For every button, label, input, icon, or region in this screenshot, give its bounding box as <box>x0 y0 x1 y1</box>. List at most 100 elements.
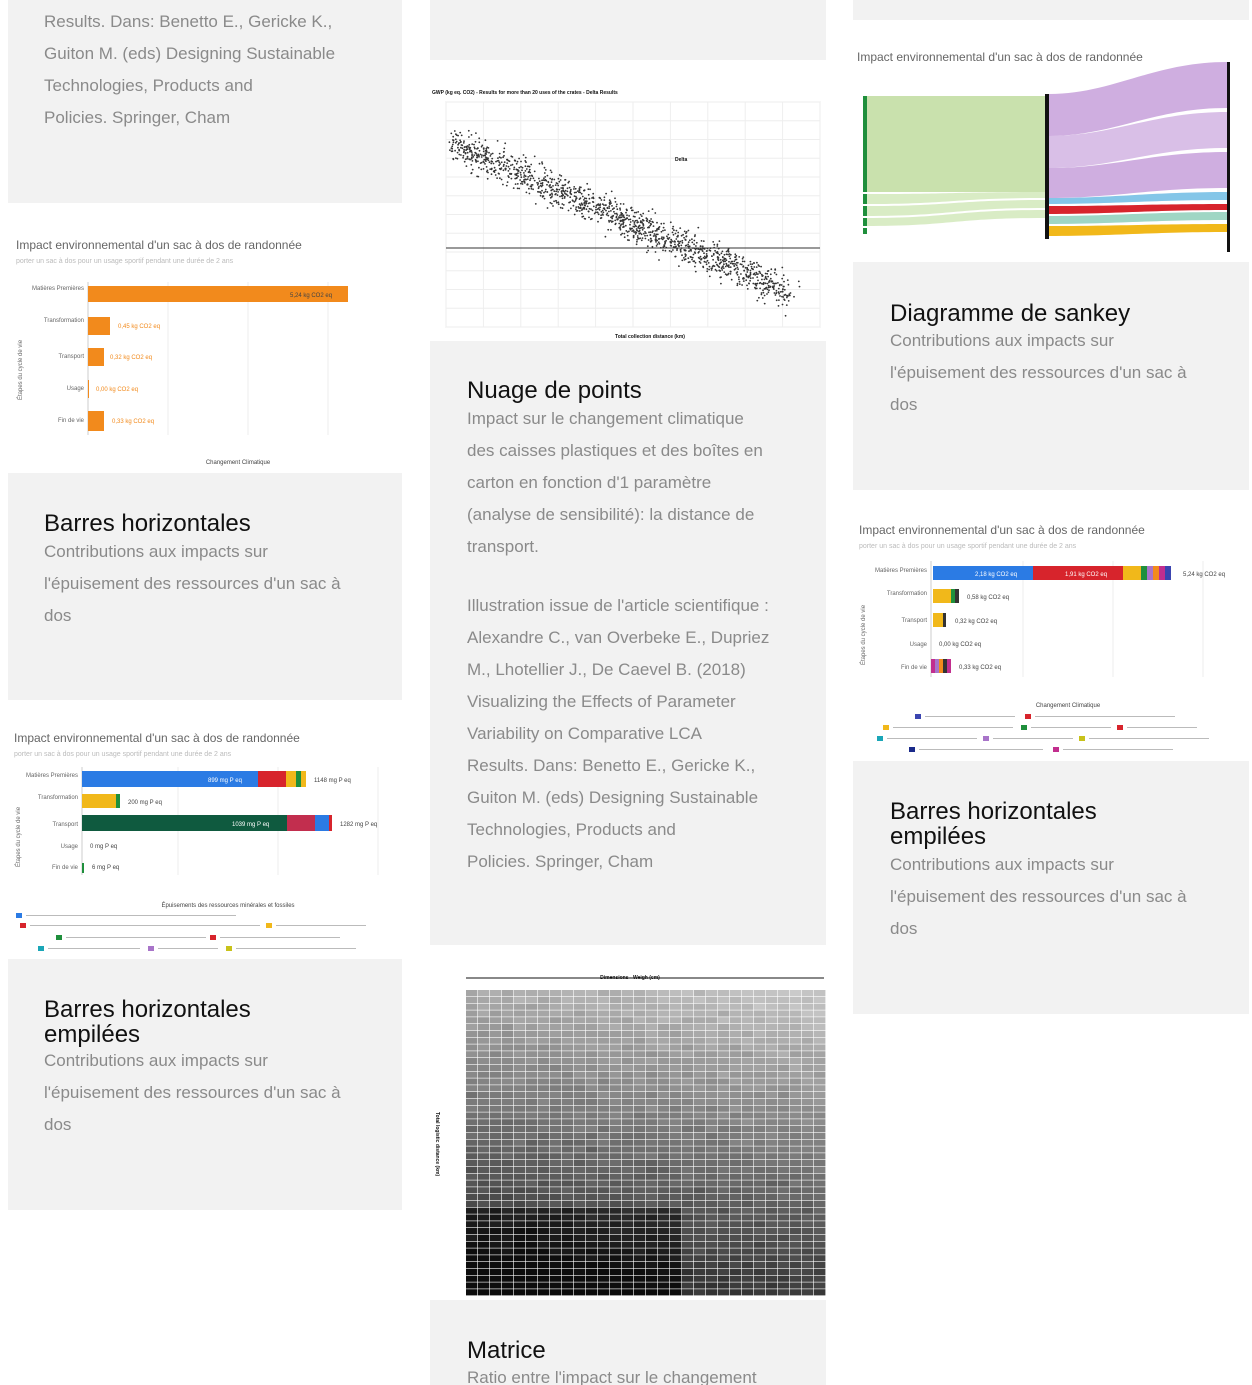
heatmap-cell <box>490 1214 502 1221</box>
heatmap-cell <box>754 1166 766 1173</box>
heatmap-cell <box>670 1289 682 1296</box>
heatmap-cell <box>682 1017 694 1024</box>
card-title[interactable]: Diagramme de sankey <box>890 301 1130 326</box>
scatter-point <box>585 201 587 203</box>
scatter-point <box>544 176 547 178</box>
scatter-point <box>490 153 492 155</box>
heatmap-cell <box>634 1187 646 1194</box>
matrice-card[interactable]: Dimensions - Weigh (cm) Total logistic d… <box>430 972 826 1385</box>
sankey-thumbnail[interactable]: Impact environnemental d'un sac à dos de… <box>853 48 1249 262</box>
barres-empilees-thumbnail-2[interactable]: Impact environnemental d'un sac à dos de… <box>853 517 1249 761</box>
scatter-point <box>627 218 630 221</box>
heatmap-cell <box>514 1003 526 1010</box>
heatmap-cell <box>742 1234 754 1241</box>
barres-empilees-card[interactable]: Impact environnemental d'un sac à dos de… <box>8 727 402 1210</box>
scatter-point <box>460 154 462 156</box>
scatter-point <box>502 183 504 186</box>
heatmap-cell <box>598 1187 610 1194</box>
scatter-point <box>784 314 787 317</box>
sankey-card[interactable]: Impact environnemental d'un sac à dos de… <box>853 48 1249 490</box>
scatter-point <box>602 207 605 210</box>
scatter-point <box>601 209 604 212</box>
heatmap-cell <box>802 996 814 1003</box>
heatmap-cell <box>790 1187 802 1194</box>
heatmap-cell <box>490 1200 502 1207</box>
scatter-point <box>721 256 724 259</box>
barres-empilees-thumbnail[interactable]: Impact environnemental d'un sac à dos de… <box>8 727 402 959</box>
barres-horizontales-thumbnail[interactable]: Impact environnemental d'un sac à dos de… <box>8 230 402 473</box>
card-title[interactable]: Barres horizontales <box>44 511 251 536</box>
heatmap-cell <box>538 1282 550 1289</box>
matrice-thumbnail[interactable]: Dimensions - Weigh (cm) Total logistic d… <box>430 972 826 1300</box>
heatmap-cell <box>538 1139 550 1146</box>
scatter-point <box>769 286 771 288</box>
scatter-point <box>758 270 761 273</box>
card-title[interactable]: Barres horizontales empilées <box>44 997 251 1047</box>
scatter-point <box>721 259 724 262</box>
heatmap-cell <box>706 1085 718 1092</box>
heatmap-cell <box>754 1139 766 1146</box>
heatmap-cell <box>682 1262 694 1269</box>
heatmap-cell <box>694 1085 706 1092</box>
heatmap-cell <box>778 1092 790 1099</box>
barres-empilees-card-2[interactable]: Impact environnemental d'un sac à dos de… <box>853 517 1249 1014</box>
card-title[interactable]: Barres horizontales empilées <box>890 799 1097 849</box>
scatter-point <box>674 243 676 246</box>
nuage-de-points-thumbnail[interactable]: GWP (kg eq. CO2) - Results for more than… <box>430 88 826 341</box>
heatmap-cell <box>682 1071 694 1078</box>
scatter-point <box>562 187 564 190</box>
y-axis-label: Étapes du cycle de vie <box>17 339 24 400</box>
scatter-point <box>579 197 582 199</box>
heatmap-cell <box>802 1180 814 1187</box>
heatmap-cell <box>718 1058 730 1065</box>
scatter-point <box>603 196 606 199</box>
card-title[interactable]: Matrice <box>467 1338 546 1363</box>
heatmap-cell <box>514 1289 526 1296</box>
scatter-point <box>626 234 629 237</box>
scatter-point <box>763 294 766 297</box>
heatmap-cell <box>514 1275 526 1282</box>
heatmap-cell <box>730 1051 742 1058</box>
card-title[interactable]: Nuage de points <box>467 378 642 403</box>
heatmap-cell <box>538 1112 550 1119</box>
scatter-point <box>516 176 518 179</box>
scatter-point <box>570 193 573 196</box>
scatter-point <box>758 296 760 299</box>
scatter-point <box>469 150 471 153</box>
scatter-point <box>664 229 666 232</box>
heatmap-cell <box>634 1037 646 1044</box>
scatter-point <box>769 273 772 276</box>
heatmap-cell <box>598 1262 610 1269</box>
scatter-point <box>637 211 640 213</box>
scatter-point <box>533 170 536 173</box>
scatter-point <box>681 241 684 244</box>
barres-horizontales-card[interactable]: Impact environnemental d'un sac à dos de… <box>8 230 402 700</box>
heatmap-cell <box>646 1234 658 1241</box>
heatmap-cell <box>658 1207 670 1214</box>
heatmap-cell <box>730 1248 742 1255</box>
bar-segment <box>939 659 943 673</box>
scatter-point <box>557 184 560 187</box>
heatmap-cell <box>478 1030 490 1037</box>
heatmap-cell <box>634 1166 646 1173</box>
heatmap-cell <box>802 1112 814 1119</box>
heatmap-cell <box>682 1085 694 1092</box>
heatmap-cell <box>634 1268 646 1275</box>
legend-swatch <box>1117 725 1123 730</box>
heatmap-cell <box>814 1282 826 1289</box>
scatter-point <box>544 190 547 193</box>
scatter-point <box>662 237 665 240</box>
heatmap-cell <box>766 1282 778 1289</box>
scatter-point <box>754 283 757 286</box>
heatmap-cell <box>478 1105 490 1112</box>
nuage-de-points-card[interactable]: GWP (kg eq. CO2) - Results for more than… <box>430 88 826 945</box>
scatter-point <box>783 288 786 291</box>
scatter-point <box>484 163 486 165</box>
scatter-point <box>622 218 624 221</box>
heatmap-cell <box>502 996 514 1003</box>
heatmap-cell <box>778 1173 790 1180</box>
heatmap-cell <box>622 1289 634 1296</box>
heatmap-cell <box>466 1058 478 1065</box>
heatmap-cell <box>790 1146 802 1153</box>
heatmap-cell <box>538 1078 550 1085</box>
